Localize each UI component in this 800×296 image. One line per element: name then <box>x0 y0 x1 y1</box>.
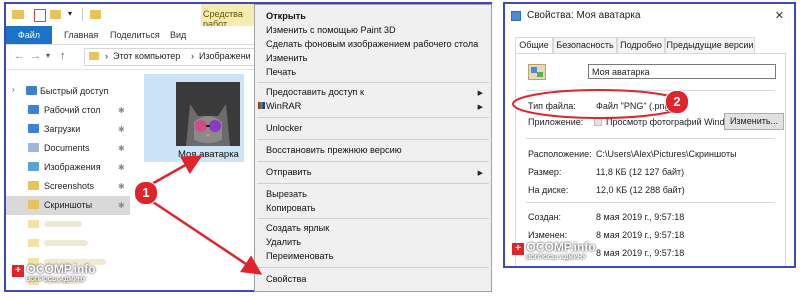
highlight-ellipse <box>512 89 686 119</box>
annotation-arrow <box>149 155 203 187</box>
annotation-badge-1: 1 <box>134 181 158 205</box>
watermark-text: OCOMP.info <box>26 262 96 276</box>
annotation-overlay <box>149 89 686 275</box>
annotation-arrow <box>149 198 263 275</box>
watermark-subtext: ВОПРОСЫ АДМИНУ <box>26 277 86 283</box>
watermark-logo: + OCOMP.info ВОПРОСЫ АДМИНУ <box>12 262 96 283</box>
annotation-badge-2: 2 <box>665 90 689 114</box>
watermark-text: OCOMP.info <box>526 240 596 254</box>
plus-icon: + <box>512 243 524 255</box>
watermark-logo: + OCOMP.info ВОПРОСЫ АДМИНУ <box>512 240 596 261</box>
plus-icon: + <box>12 265 24 277</box>
watermark-subtext: ВОПРОСЫ АДМИНУ <box>526 255 586 261</box>
